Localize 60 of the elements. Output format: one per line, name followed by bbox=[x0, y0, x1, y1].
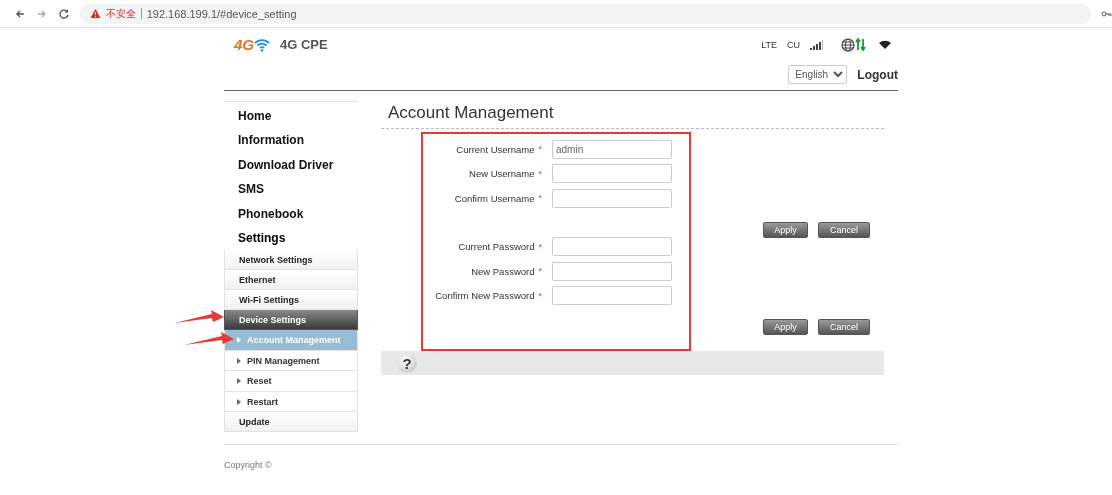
input-field[interactable] bbox=[552, 286, 672, 306]
input-field[interactable]: admin bbox=[552, 139, 672, 159]
required-mark: * bbox=[538, 144, 543, 155]
copyright-text: Copyright © bbox=[224, 460, 272, 471]
page-title: Account Management bbox=[381, 101, 884, 129]
url-text: 192.168.199.1/#device_setting bbox=[146, 7, 297, 20]
help-button[interactable]: ? bbox=[397, 353, 417, 373]
required-mark: * bbox=[538, 193, 543, 204]
cancel-button[interactable]: Cancel bbox=[818, 319, 870, 335]
caret-icon bbox=[237, 378, 241, 385]
wifi-icon bbox=[254, 37, 270, 52]
input-field[interactable] bbox=[552, 237, 672, 257]
nav-item[interactable]: Network Settings bbox=[224, 250, 358, 271]
network-type: LTE bbox=[761, 39, 777, 50]
field-label: Current Password bbox=[457, 241, 535, 253]
globe-icon bbox=[841, 37, 855, 52]
nav-subitem[interactable]: PIN Management bbox=[224, 350, 358, 372]
product-name: 4G CPE bbox=[280, 37, 328, 52]
logout-link[interactable]: Logout bbox=[857, 67, 898, 82]
required-mark: * bbox=[538, 290, 543, 301]
nav-item[interactable]: Update bbox=[224, 412, 358, 433]
input-field[interactable] bbox=[552, 261, 672, 281]
nav-subitem[interactable]: Restart bbox=[224, 391, 358, 413]
field-label: Confirm Username bbox=[453, 192, 535, 204]
cancel-button[interactable]: Cancel bbox=[818, 221, 870, 238]
language-dropdown[interactable]: English bbox=[788, 65, 848, 84]
caret-icon bbox=[237, 357, 241, 364]
nav-link[interactable]: Phonebook bbox=[224, 201, 358, 226]
address-bar[interactable]: 不安全 192.168.199.1/#device_setting bbox=[79, 3, 1092, 24]
nav-link[interactable]: Download Driver bbox=[224, 152, 358, 178]
nav-link[interactable]: SMS bbox=[224, 177, 358, 202]
warning-icon bbox=[89, 8, 101, 19]
nav-item[interactable]: Ethernet bbox=[224, 270, 358, 291]
field-label: New Password bbox=[470, 265, 535, 277]
signal-icon bbox=[810, 39, 823, 50]
nav-link[interactable]: Settings bbox=[224, 225, 358, 251]
field-label: New Username bbox=[468, 168, 535, 180]
carrier-name: CU bbox=[787, 39, 800, 50]
nav-item[interactable]: Device Settings bbox=[224, 310, 358, 331]
nav-item[interactable]: Wi-Fi Settings bbox=[224, 290, 358, 311]
wifi-signal-icon bbox=[878, 39, 892, 50]
caret-icon bbox=[237, 398, 241, 405]
nav-link[interactable]: Information bbox=[224, 128, 358, 153]
field-label: Confirm New Password bbox=[434, 290, 535, 302]
caret-icon bbox=[237, 337, 241, 344]
apply-button[interactable]: Apply bbox=[763, 319, 808, 335]
required-mark: * bbox=[538, 241, 543, 252]
required-mark: * bbox=[538, 266, 543, 277]
nav-subitem[interactable]: Reset bbox=[224, 371, 358, 392]
logo-text: 4G bbox=[234, 36, 254, 53]
transfer-arrows-icon bbox=[855, 38, 866, 51]
key-icon bbox=[1101, 8, 1112, 19]
field-label: Current Username bbox=[455, 143, 535, 155]
required-mark: * bbox=[538, 168, 543, 179]
apply-button[interactable]: Apply bbox=[763, 221, 808, 238]
nav-link[interactable]: Home bbox=[224, 104, 358, 129]
reload-icon[interactable] bbox=[57, 7, 70, 20]
input-field[interactable] bbox=[552, 188, 672, 208]
security-label: 不安全 bbox=[105, 6, 136, 21]
input-field[interactable] bbox=[552, 164, 672, 184]
